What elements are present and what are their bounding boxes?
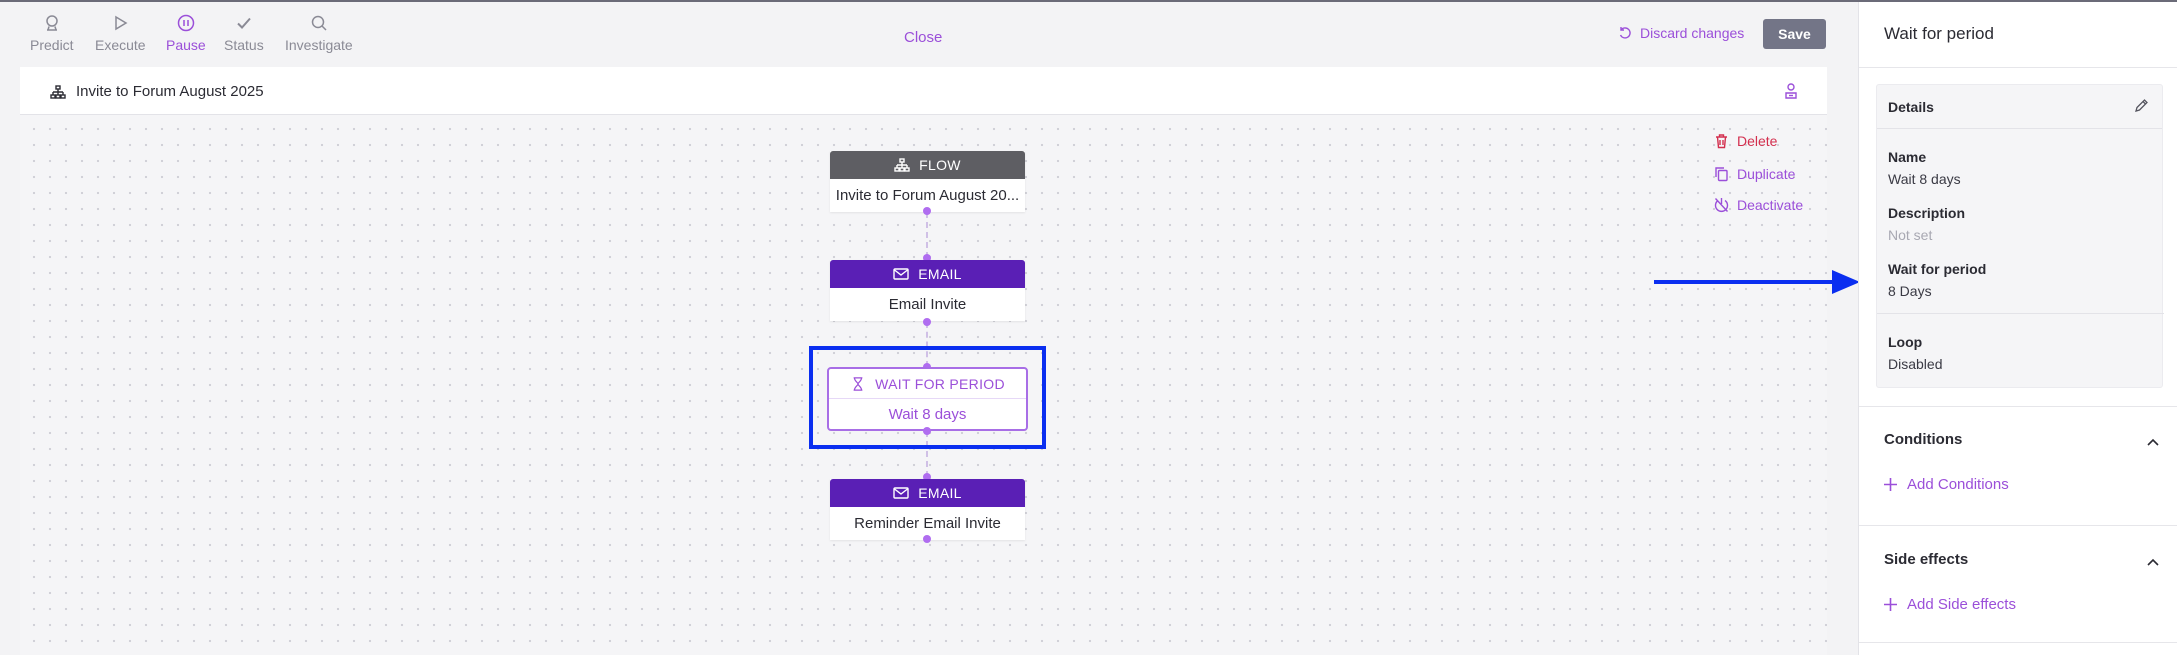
- pause-icon: [177, 14, 195, 32]
- execute-tool[interactable]: Execute: [95, 14, 146, 53]
- details-card: Details Name Wait 8 days Description Not…: [1876, 84, 2164, 388]
- status-tool[interactable]: Status: [224, 14, 264, 53]
- flow-title: Invite to Forum August 2025: [50, 83, 264, 100]
- duplicate-node-button[interactable]: Duplicate: [1714, 166, 1795, 182]
- predict-label: Predict: [30, 37, 74, 53]
- annotation-arrow: [1654, 270, 1860, 294]
- add-conditions-button[interactable]: Add Conditions: [1884, 476, 2009, 493]
- copy-icon: [1715, 167, 1728, 182]
- save-button[interactable]: Save: [1763, 19, 1826, 49]
- investigate-tool[interactable]: Investigate: [285, 14, 353, 53]
- email-node-invite[interactable]: EMAIL Email Invite: [830, 260, 1025, 321]
- discard-changes-button[interactable]: Discard changes: [1618, 25, 1744, 41]
- pencil-icon[interactable]: [2134, 98, 2149, 113]
- divider: [1877, 313, 2164, 314]
- top-toolbar: Predict Execute Pause Status Investigate…: [0, 2, 1858, 64]
- status-label: Status: [224, 37, 264, 53]
- panel-title: Wait for period: [1884, 24, 1994, 43]
- email-node-reminder[interactable]: EMAIL Reminder Email Invite: [830, 479, 1025, 540]
- field-label: Name: [1888, 149, 1927, 165]
- flow-node[interactable]: FLOW Invite to Forum August 20...: [830, 151, 1025, 212]
- investigate-label: Investigate: [285, 37, 353, 53]
- flow-icon: [894, 158, 910, 172]
- connector-dot[interactable]: [923, 535, 931, 543]
- add-side-effects-label: Add Side effects: [1907, 596, 2016, 613]
- field-value: Wait 8 days: [1888, 171, 1961, 187]
- discard-changes-label: Discard changes: [1640, 25, 1745, 41]
- pause-tool[interactable]: Pause: [166, 14, 206, 53]
- field-name: Name Wait 8 days: [1888, 149, 1961, 187]
- chevron-up-icon[interactable]: [2147, 558, 2159, 566]
- plus-icon: [1884, 598, 1897, 611]
- connector-dot[interactable]: [923, 427, 931, 435]
- flow-node-type: FLOW: [919, 157, 961, 173]
- delete-label: Delete: [1737, 133, 1778, 149]
- email-node-type: EMAIL: [918, 485, 962, 501]
- duplicate-label: Duplicate: [1737, 166, 1796, 182]
- field-label: Description: [1888, 205, 1966, 221]
- predict-tool[interactable]: Predict: [30, 14, 74, 53]
- close-link[interactable]: Close: [904, 29, 942, 46]
- field-wait-period: Wait for period 8 Days: [1888, 261, 1986, 299]
- delete-node-button[interactable]: Delete: [1714, 133, 1777, 149]
- divider: [1859, 525, 2177, 526]
- trash-icon: [1716, 134, 1727, 149]
- field-description: Description Not set: [1888, 205, 1965, 243]
- details-heading: Details: [1888, 99, 1934, 115]
- deactivate-label: Deactivate: [1737, 197, 1804, 213]
- undo-icon: [1619, 27, 1631, 39]
- add-side-effects-button[interactable]: Add Side effects: [1884, 596, 2016, 613]
- properties-panel: Wait for period Details Name Wait 8 days…: [1858, 2, 2177, 655]
- field-label: Wait for period: [1888, 261, 1987, 277]
- email-node-type: EMAIL: [918, 266, 962, 282]
- flow-icon: [50, 84, 66, 99]
- user-settings-icon[interactable]: [1783, 82, 1799, 100]
- connector-dot[interactable]: [923, 207, 931, 215]
- add-conditions-label: Add Conditions: [1907, 476, 2009, 493]
- field-loop: Loop Disabled: [1888, 334, 1942, 372]
- flow-title-text: Invite to Forum August 2025: [76, 83, 264, 100]
- email-node-label: Email Invite: [888, 296, 967, 313]
- email-node-header: EMAIL: [830, 479, 1025, 507]
- side-effects-title[interactable]: Side effects: [1884, 551, 1968, 568]
- field-value: Disabled: [1888, 356, 1943, 372]
- execute-label: Execute: [95, 37, 146, 53]
- deactivate-node-button[interactable]: Deactivate: [1714, 197, 1803, 213]
- predict-icon: [46, 15, 58, 31]
- pause-label: Pause: [166, 37, 206, 53]
- divider: [1859, 67, 2177, 68]
- play-icon: [115, 15, 128, 31]
- deactivate-icon: [1714, 198, 1729, 212]
- connector-line: [926, 212, 928, 258]
- mail-icon: [893, 487, 909, 499]
- email-node-header: EMAIL: [830, 260, 1025, 288]
- search-icon: [311, 15, 327, 31]
- divider: [1859, 406, 2177, 407]
- plus-icon: [1884, 478, 1897, 491]
- field-value: Not set: [1888, 227, 1933, 243]
- conditions-title[interactable]: Conditions: [1884, 431, 1962, 448]
- details-header: Details: [1877, 85, 2162, 129]
- chevron-up-icon[interactable]: [2147, 438, 2159, 446]
- canvas-header: Invite to Forum August 2025: [20, 67, 1827, 115]
- mail-icon: [893, 268, 909, 280]
- flow-node-header: FLOW: [830, 151, 1025, 179]
- field-value: 8 Days: [1888, 283, 1932, 299]
- divider: [1859, 642, 2177, 643]
- connector-dot[interactable]: [923, 318, 931, 326]
- check-icon: [237, 17, 251, 29]
- field-label: Loop: [1888, 334, 1923, 350]
